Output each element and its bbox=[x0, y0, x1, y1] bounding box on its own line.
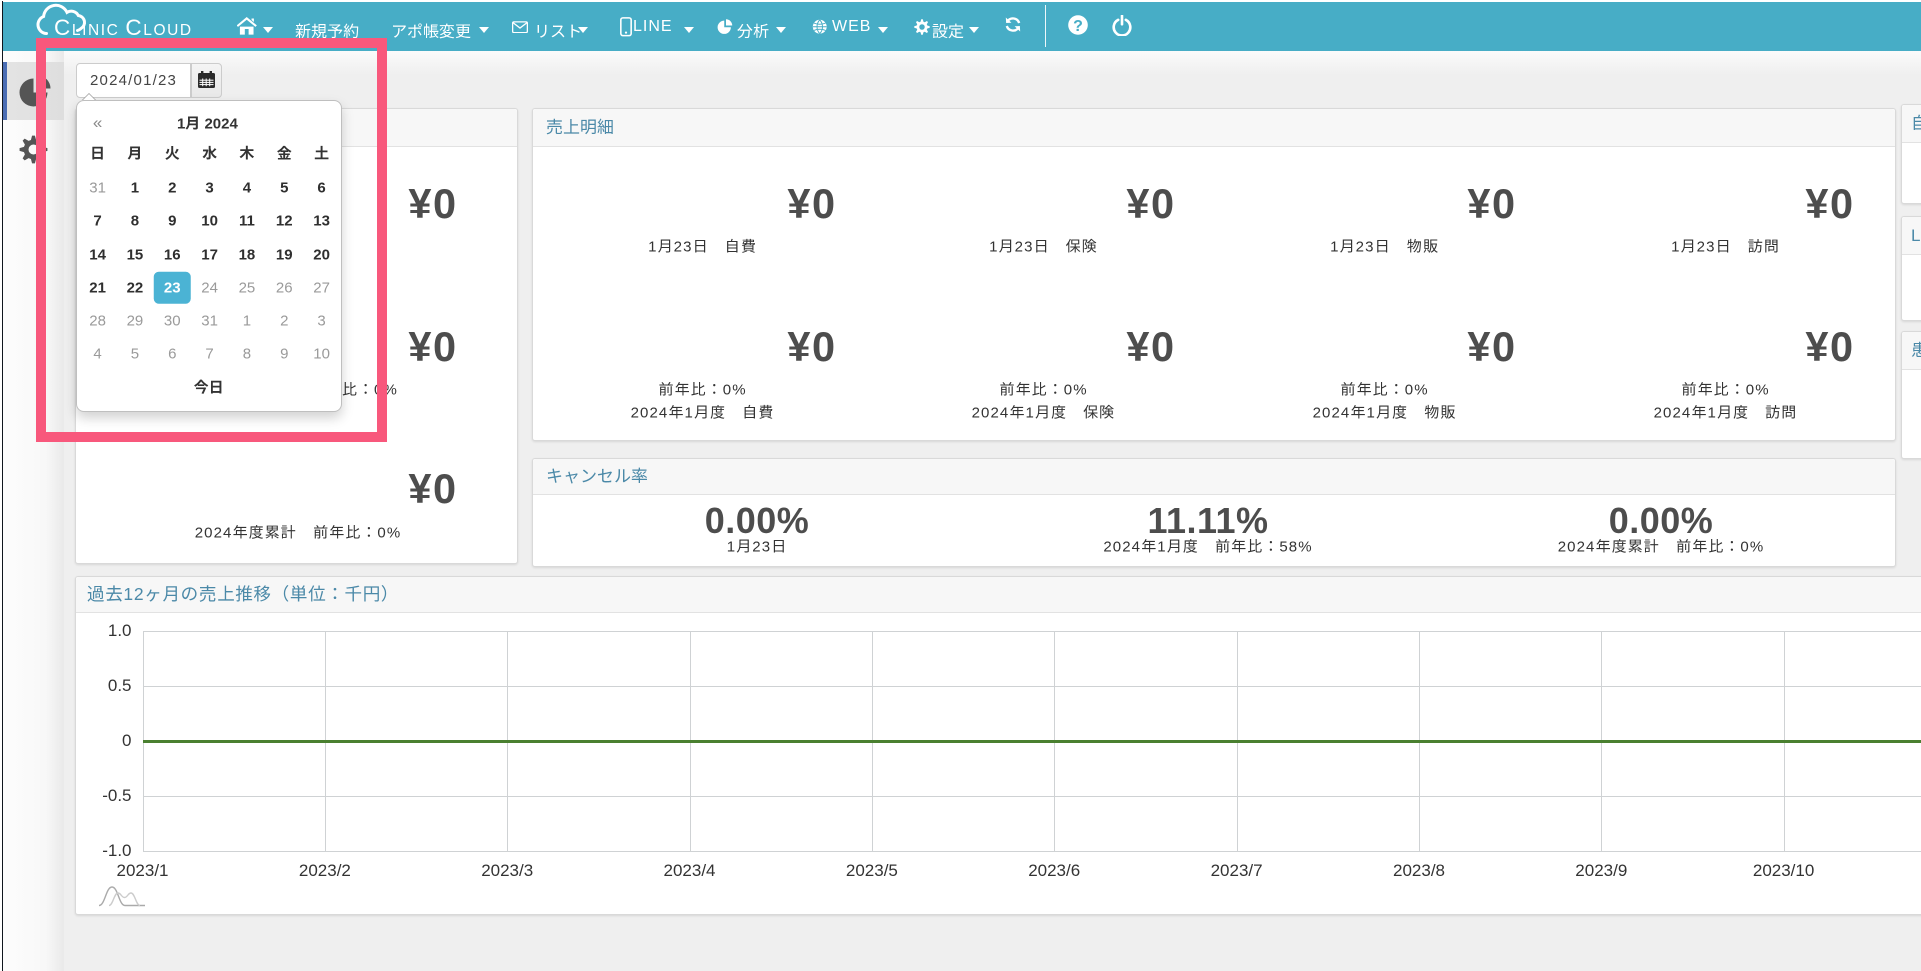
svg-text:?: ? bbox=[1073, 18, 1083, 35]
